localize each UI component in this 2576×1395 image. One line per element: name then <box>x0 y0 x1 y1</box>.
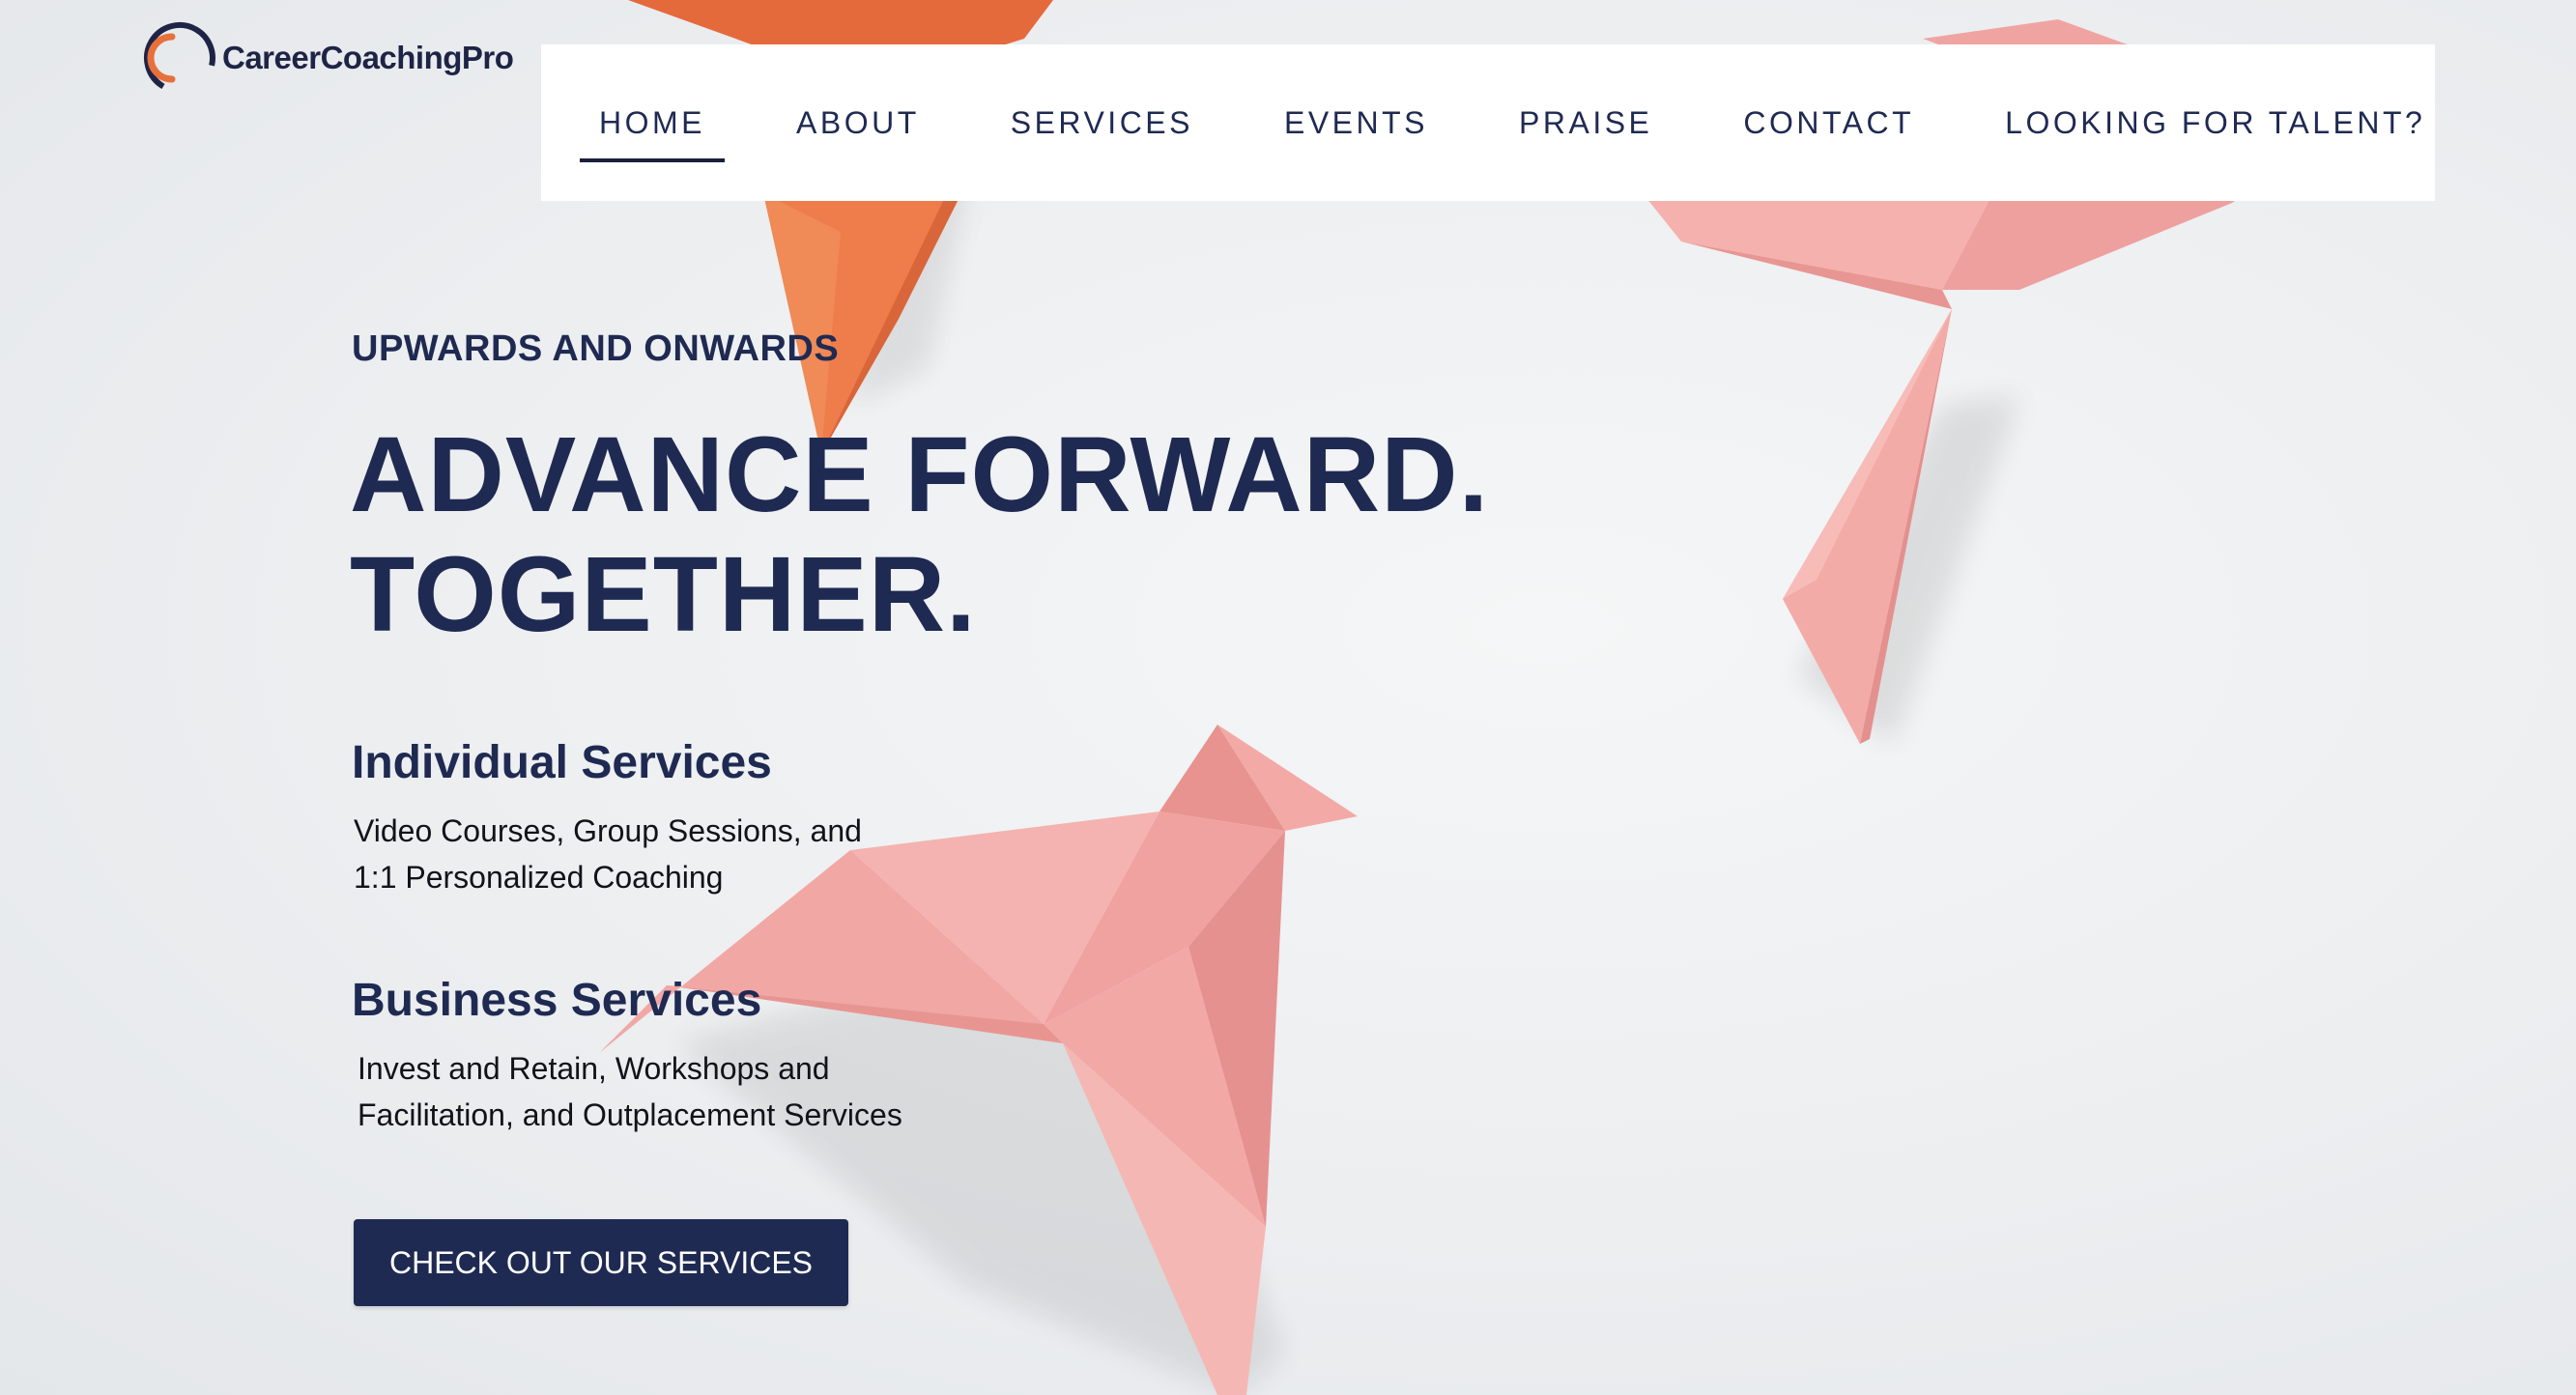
individual-desc-line-2: 1:1 Personalized Coaching <box>354 860 724 895</box>
nav-events[interactable]: EVENTS <box>1265 44 1447 201</box>
hero-headline: ADVANCE FORWARD. TOGETHER. <box>350 415 1489 655</box>
brand-logo[interactable]: CareerCoachingPro <box>143 21 514 95</box>
logo-mark-icon <box>143 21 216 95</box>
nav-contact[interactable]: CONTACT <box>1724 44 1933 201</box>
business-desc-line-1: Invest and Retain, Workshops and <box>358 1051 830 1086</box>
hero-eyebrow: UPWARDS AND ONWARDS <box>352 328 840 369</box>
business-desc-line-2: Facilitation, and Outplacement Services <box>358 1097 902 1132</box>
nav-services[interactable]: SERVICES <box>991 44 1213 201</box>
headline-line-1: ADVANCE FORWARD. <box>350 415 1490 534</box>
nav-praise[interactable]: PRAISE <box>1500 44 1672 201</box>
individual-services-title: Individual Services <box>352 737 772 788</box>
individual-desc-line-1: Video Courses, Group Sessions, and <box>354 813 862 848</box>
main-navigation: HOME ABOUT SERVICES EVENTS PRAISE CONTAC… <box>541 44 2435 201</box>
nav-home[interactable]: HOME <box>580 44 725 201</box>
business-services-title: Business Services <box>352 975 762 1026</box>
individual-services-description: Video Courses, Group Sessions, and 1:1 P… <box>354 808 972 900</box>
origami-birds-illustration <box>599 0 2251 1395</box>
business-services-description: Invest and Retain, Workshops and Facilit… <box>358 1045 976 1138</box>
nav-looking-for-talent[interactable]: LOOKING FOR TALENT? <box>1986 44 2445 201</box>
brand-name: CareerCoachingPro <box>222 40 514 75</box>
headline-line-2: TOGETHER. <box>350 535 977 654</box>
check-out-services-button[interactable]: CHECK OUT OUR SERVICES <box>354 1219 848 1306</box>
hero-background-image <box>0 0 2576 1395</box>
nav-about[interactable]: ABOUT <box>777 44 939 201</box>
